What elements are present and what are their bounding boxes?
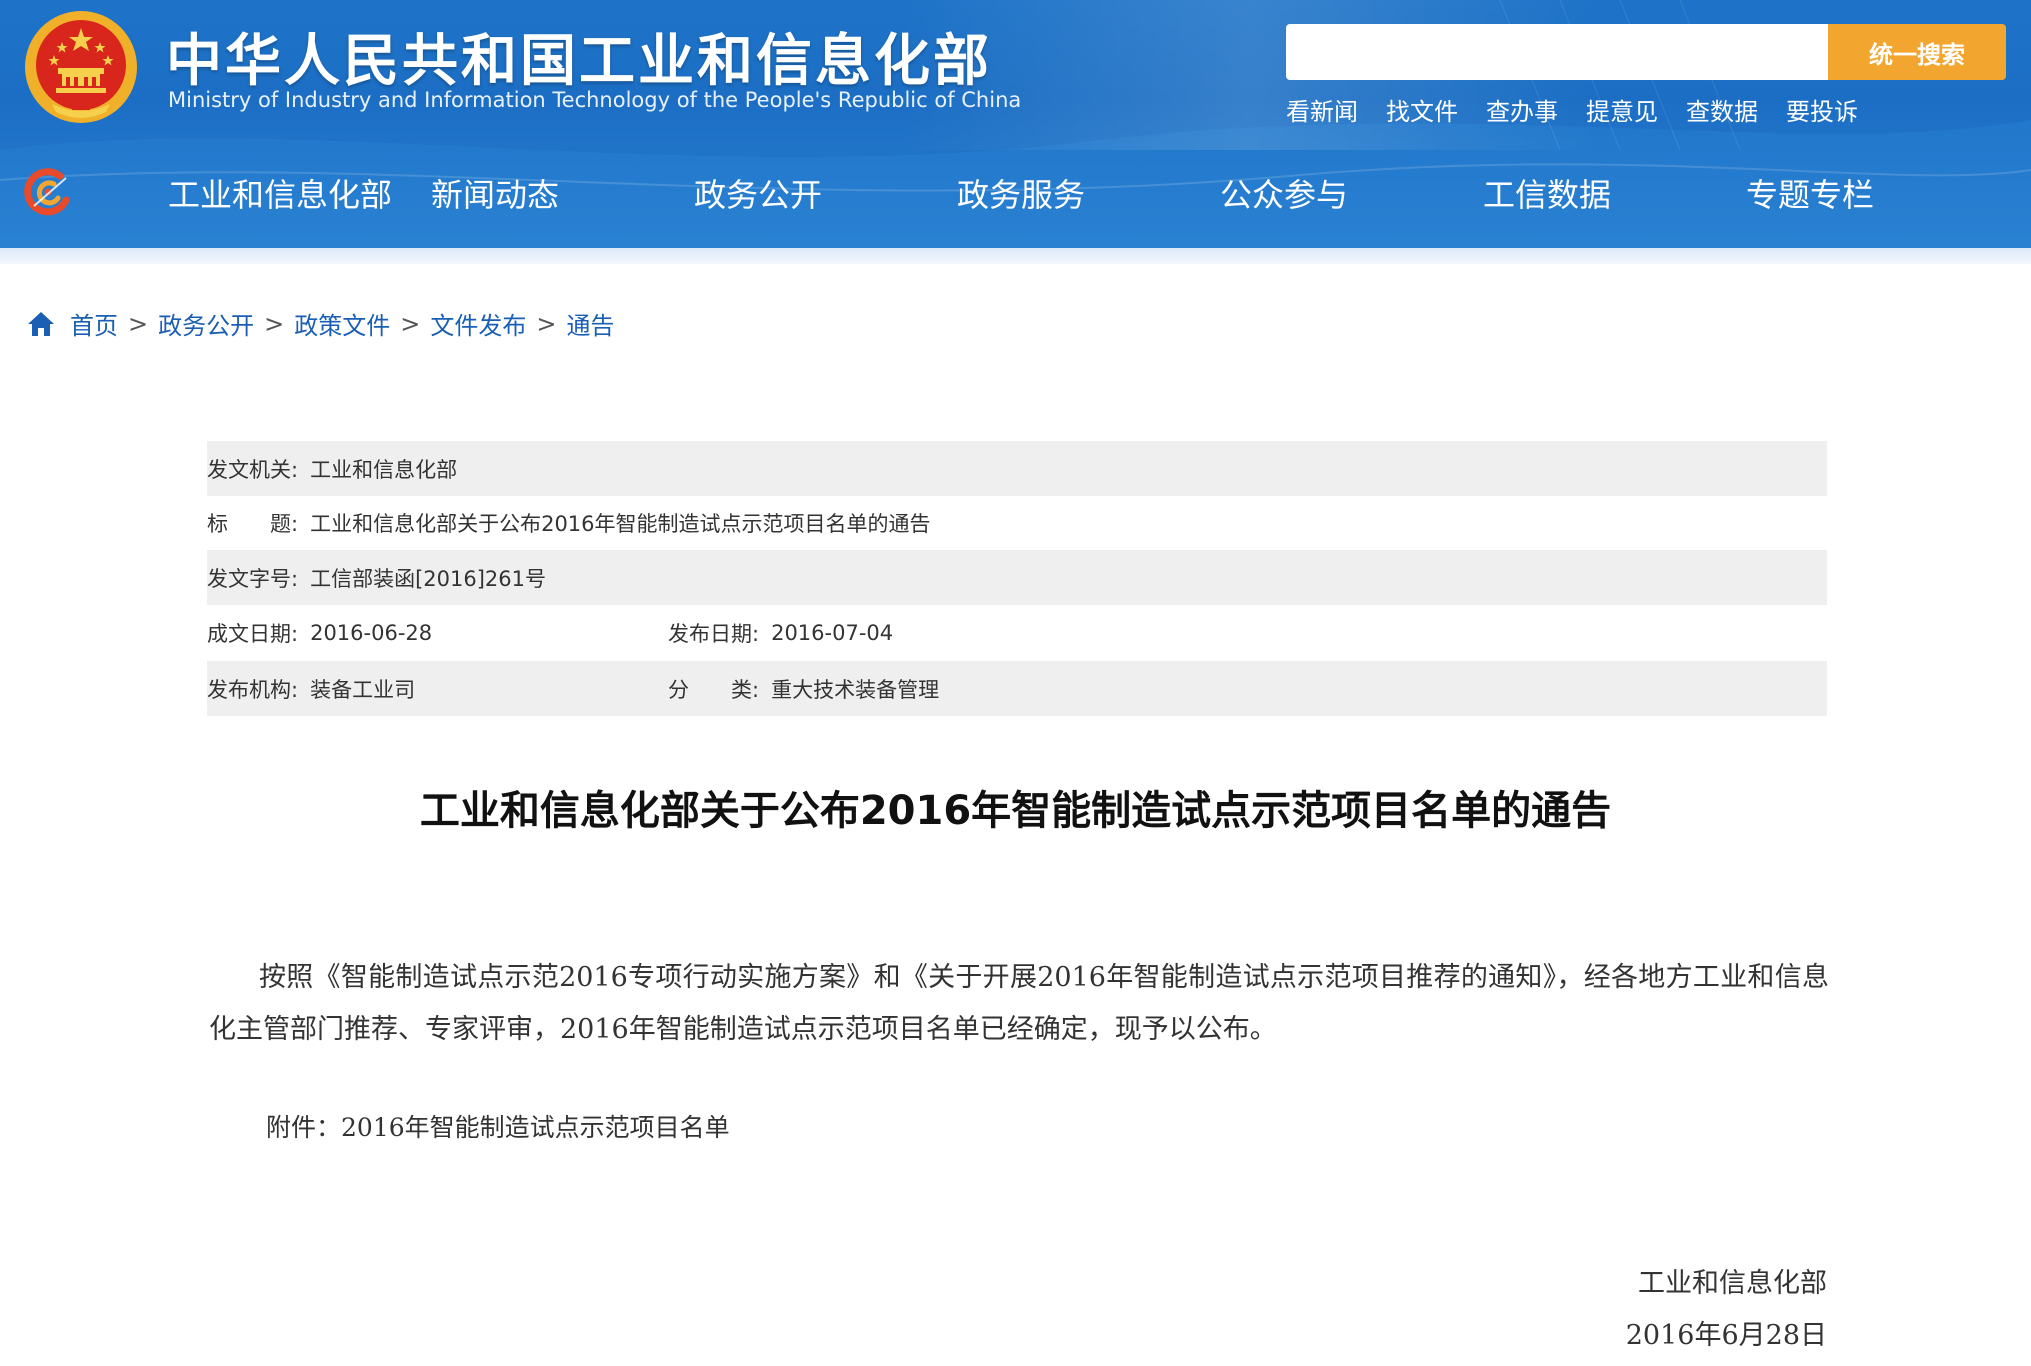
attachment: 附件：2016年智能制造试点示范项目名单	[266, 1108, 730, 1144]
breadcrumb: 首页 > 政务公开 > 政策文件 > 文件发布 > 通告	[26, 306, 614, 341]
breadcrumb-separator: >	[400, 309, 421, 338]
article-paragraph: 按照《智能制造试点示范2016专项行动实施方案》和《关于开展2016年智能制造试…	[209, 962, 1829, 1045]
meta-publish-date-value: 2016-07-04	[771, 621, 894, 645]
quick-link-services[interactable]: 查办事	[1486, 92, 1558, 127]
nav-item-data[interactable]: 工信数据	[1483, 170, 1746, 216]
quick-link-feedback[interactable]: 提意见	[1586, 92, 1658, 127]
breadcrumb-notice[interactable]: 通告	[566, 306, 614, 341]
site-subtitle: Ministry of Industry and Information Tec…	[168, 88, 1022, 112]
meta-row-title: 标 题: 工业和信息化部关于公布2016年智能制造试点示范项目名单的通告	[207, 496, 1827, 550]
main-nav: 工业和信息化部 新闻动态 政务公开 政务服务 公众参与 工信数据 专题专栏	[0, 160, 2031, 228]
site-title: 中华人民共和国工业和信息化部	[166, 29, 992, 94]
meta-publish-date: 发布日期: 2016-07-04	[668, 605, 893, 661]
unified-search-button[interactable]: 统一搜索	[1828, 24, 2006, 80]
quick-link-news[interactable]: 看新闻	[1286, 92, 1358, 127]
meta-category-value: 重大技术装备管理	[771, 677, 940, 702]
meta-row-doc-number: 发文字号: 工信部装函[2016]261号	[207, 550, 1827, 605]
nav-item-public-participation[interactable]: 公众参与	[1220, 170, 1483, 216]
signature-date: 2016年6月28日	[1625, 1320, 1827, 1351]
attachment-label: 附件：	[266, 1113, 342, 1142]
meta-row-dates: 成文日期: 2016-06-28 发布日期: 2016-07-04	[207, 605, 1827, 661]
quick-link-files[interactable]: 找文件	[1386, 92, 1458, 127]
nav-item-special-topics[interactable]: 专题专栏	[1746, 170, 1874, 216]
nav-item-news[interactable]: 新闻动态	[431, 170, 694, 216]
article-body: 按照《智能制造试点示范2016专项行动实施方案》和《关于开展2016年智能制造试…	[209, 952, 1829, 1056]
meta-written-date: 成文日期: 2016-06-28	[207, 605, 432, 661]
header-divider	[0, 248, 2031, 264]
home-icon[interactable]	[26, 310, 56, 338]
meta-title: 标 题: 工业和信息化部关于公布2016年智能制造试点示范项目名单的通告	[207, 496, 931, 550]
nav-logo-icon[interactable]	[20, 166, 76, 218]
breadcrumb-gov-affairs[interactable]: 政务公开	[158, 306, 254, 341]
search-input[interactable]	[1286, 24, 1832, 80]
breadcrumb-separator: >	[128, 309, 149, 338]
article-title: 工业和信息化部关于公布2016年智能制造试点示范项目名单的通告	[419, 788, 1612, 834]
meta-publisher-label: 发布机构:	[207, 677, 299, 702]
breadcrumb-separator: >	[264, 309, 285, 338]
site-header: 中华人民共和国工业和信息化部 Ministry of Industry and …	[0, 0, 2031, 248]
nav-item-gov-services[interactable]: 政务服务	[957, 170, 1220, 216]
breadcrumb-policy-files[interactable]: 政策文件	[294, 306, 390, 341]
meta-issuer-label: 发文机关:	[207, 457, 299, 482]
nav-item-miit[interactable]: 工业和信息化部	[168, 170, 431, 216]
meta-publisher-value: 装备工业司	[310, 677, 416, 702]
meta-issuer-value: 工业和信息化部	[310, 457, 458, 482]
meta-publisher: 发布机构: 装备工业司	[207, 661, 415, 716]
meta-issuer: 发文机关: 工业和信息化部	[207, 441, 457, 496]
breadcrumb-home[interactable]: 首页	[70, 306, 118, 341]
breadcrumb-separator: >	[536, 309, 557, 338]
meta-doc-number: 发文字号: 工信部装函[2016]261号	[207, 550, 546, 605]
meta-row-issuer: 发文机关: 工业和信息化部	[207, 441, 1827, 496]
national-emblem-icon[interactable]	[22, 8, 140, 126]
signature-block: 工业和信息化部 2016年6月28日	[1626, 1258, 1827, 1362]
meta-title-value: 工业和信息化部关于公布2016年智能制造试点示范项目名单的通告	[310, 512, 931, 536]
nav-items: 工业和信息化部 新闻动态 政务公开 政务服务 公众参与 工信数据 专题专栏	[168, 170, 1874, 216]
meta-doc-number-label: 发文字号:	[207, 566, 299, 591]
meta-written-date-label: 成文日期:	[207, 622, 299, 646]
breadcrumb-file-release[interactable]: 文件发布	[430, 306, 526, 341]
quick-link-data[interactable]: 查数据	[1686, 92, 1758, 127]
quick-links: 看新闻 找文件 查办事 提意见 查数据 要投诉	[1286, 92, 1858, 127]
meta-category: 分 类: 重大技术装备管理	[668, 661, 939, 716]
attachment-link[interactable]: 2016年智能制造试点示范项目名单	[341, 1113, 730, 1142]
meta-category-label: 分 类:	[668, 677, 760, 702]
meta-doc-number-value: 工信部装函[2016]261号	[310, 566, 546, 591]
signature-organization: 工业和信息化部	[1638, 1268, 1827, 1299]
meta-written-date-value: 2016-06-28	[310, 621, 433, 645]
nav-item-gov-affairs[interactable]: 政务公开	[694, 170, 957, 216]
meta-publish-date-label: 发布日期:	[668, 622, 760, 646]
meta-title-label: 标 题:	[207, 512, 299, 536]
quick-link-complaint[interactable]: 要投诉	[1786, 92, 1858, 127]
meta-row-publisher: 发布机构: 装备工业司 分 类: 重大技术装备管理	[207, 661, 1827, 716]
document-metadata-table: 发文机关: 工业和信息化部 标 题: 工业和信息化部关于公布2016年智能制造试…	[207, 441, 1827, 716]
